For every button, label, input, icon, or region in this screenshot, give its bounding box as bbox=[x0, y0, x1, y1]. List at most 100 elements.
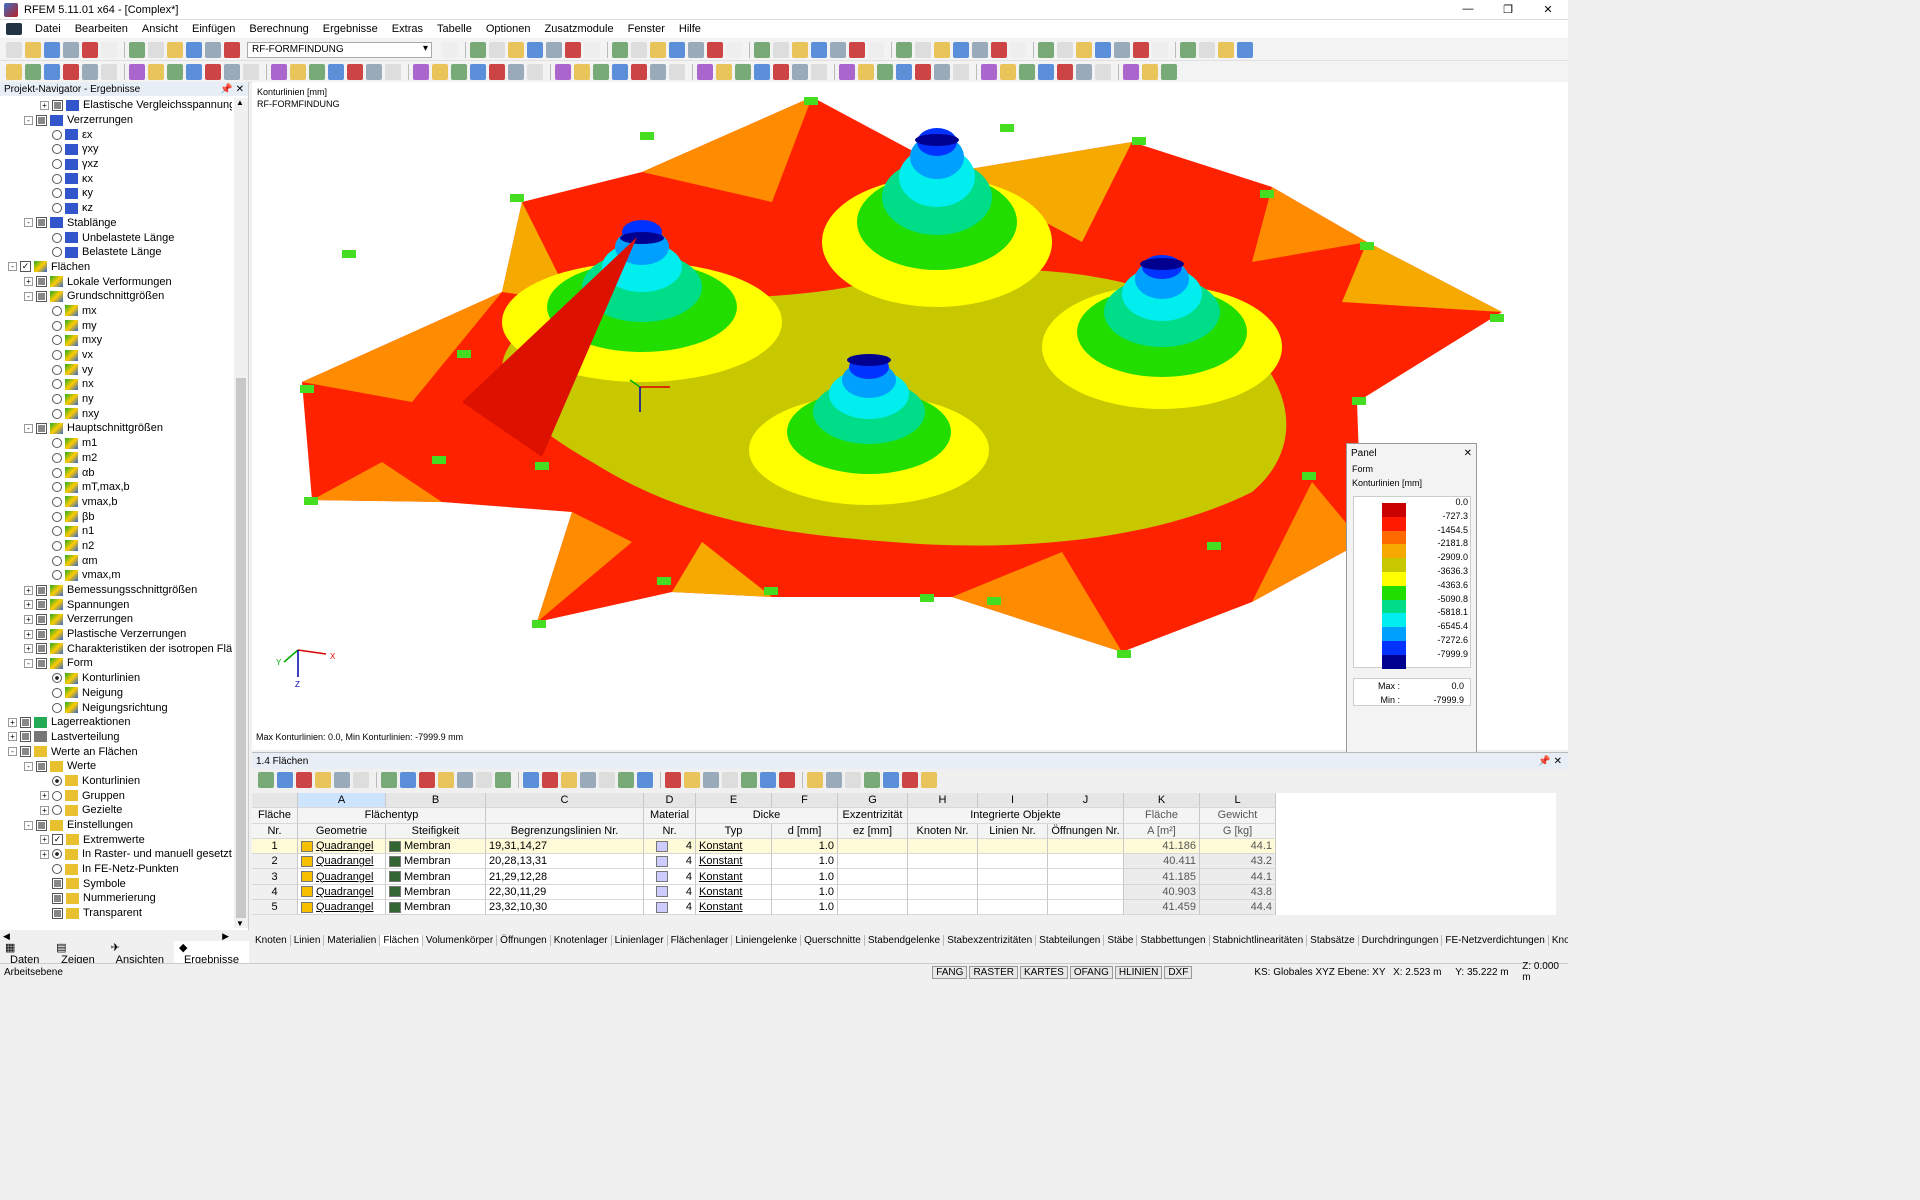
toolbar-button-icon[interactable] bbox=[224, 41, 240, 58]
thickness-type-cell[interactable]: Konstant bbox=[696, 869, 772, 885]
radio-button[interactable] bbox=[52, 864, 62, 875]
toolbar-button-icon[interactable] bbox=[981, 63, 997, 80]
case-combo[interactable]: RF-FORMFINDUNG bbox=[247, 41, 432, 58]
toolbar-button-icon[interactable] bbox=[669, 41, 685, 58]
radio-button[interactable] bbox=[52, 364, 62, 375]
toolbar-button-icon[interactable] bbox=[555, 63, 571, 80]
thickness-cell[interactable]: 1.0 bbox=[772, 854, 838, 870]
thickness-cell[interactable]: 1.0 bbox=[772, 884, 838, 901]
toolbar-button-icon[interactable] bbox=[631, 63, 647, 80]
toolbar-button-icon[interactable] bbox=[741, 772, 757, 788]
toolbar-button-icon[interactable] bbox=[25, 41, 41, 58]
toolbar-button-icon[interactable] bbox=[779, 772, 795, 788]
radio-button[interactable] bbox=[52, 144, 62, 155]
checkbox[interactable] bbox=[36, 599, 47, 611]
radio-button[interactable] bbox=[52, 673, 62, 684]
boundary-lines-cell[interactable]: 21,29,12,28 bbox=[486, 869, 644, 885]
table-tab[interactable]: Stabsätze bbox=[1307, 934, 1359, 946]
stiffness-cell[interactable]: Membran bbox=[386, 854, 486, 870]
table-tab[interactable]: Stabteilungen bbox=[1036, 934, 1105, 946]
geometry-cell[interactable]: Quadrangel bbox=[298, 884, 386, 901]
collapse-icon[interactable]: - bbox=[24, 218, 33, 228]
radio-button[interactable] bbox=[52, 452, 62, 463]
tree-item[interactable]: Neigung bbox=[0, 686, 232, 701]
radio-button[interactable] bbox=[52, 496, 62, 507]
tree-item[interactable]: + Lastverteilung bbox=[0, 730, 232, 745]
thickness-cell[interactable]: 1.0 bbox=[772, 838, 838, 855]
tree-item[interactable]: - Werte an Flächen bbox=[0, 744, 232, 759]
collapse-icon[interactable]: - bbox=[8, 262, 17, 272]
panel-close-button[interactable]: ✕ bbox=[1464, 448, 1472, 459]
checkbox[interactable] bbox=[36, 584, 47, 596]
toolbar-button-icon[interactable] bbox=[1095, 41, 1111, 58]
tree-item[interactable]: m1 bbox=[0, 436, 232, 451]
expand-icon[interactable]: + bbox=[40, 100, 49, 110]
eccentricity-cell[interactable] bbox=[838, 838, 908, 855]
toolbar-button-icon[interactable] bbox=[542, 772, 558, 788]
toolbar-button-icon[interactable] bbox=[457, 772, 473, 788]
navigator-close-button[interactable]: ✕ bbox=[236, 84, 244, 95]
tree-item[interactable]: + Gruppen bbox=[0, 788, 232, 803]
close-button[interactable]: ✕ bbox=[1528, 0, 1568, 18]
tree-item[interactable]: Belastete Länge bbox=[0, 245, 232, 260]
nodes-cell[interactable] bbox=[908, 869, 978, 885]
toolbar-button-icon[interactable] bbox=[489, 63, 505, 80]
table-tab[interactable]: Querschnitte bbox=[801, 934, 865, 946]
radio-button[interactable] bbox=[52, 203, 62, 214]
checkbox[interactable] bbox=[52, 892, 63, 904]
stiffness-cell[interactable]: Membran bbox=[386, 884, 486, 901]
toolbar-button-icon[interactable] bbox=[148, 63, 164, 80]
radio-button[interactable] bbox=[52, 350, 62, 361]
tree-item[interactable]: Konturlinien bbox=[0, 671, 232, 686]
tree-item[interactable]: αm bbox=[0, 553, 232, 568]
checkbox[interactable] bbox=[36, 276, 47, 288]
toolbar-button-icon[interactable] bbox=[347, 63, 363, 80]
toolbar-button-icon[interactable] bbox=[1038, 63, 1054, 80]
tree-item[interactable]: + Verzerrungen bbox=[0, 612, 232, 627]
toolbar-button-icon[interactable] bbox=[129, 63, 145, 80]
expand-icon[interactable]: + bbox=[40, 835, 49, 845]
toolbar-button-icon[interactable] bbox=[63, 41, 79, 58]
stiffness-cell[interactable]: Membran bbox=[386, 838, 486, 855]
tab-ansichten[interactable]: ✈ Ansichten bbox=[106, 941, 174, 966]
toolbar-button-icon[interactable] bbox=[877, 63, 893, 80]
toolbar-button-icon[interactable] bbox=[684, 772, 700, 788]
toolbar-button-icon[interactable] bbox=[849, 41, 865, 58]
toolbar-button-icon[interactable] bbox=[489, 41, 505, 58]
toolbar-button-icon[interactable] bbox=[631, 41, 647, 58]
nodes-cell[interactable] bbox=[908, 884, 978, 901]
toolbar-button-icon[interactable] bbox=[716, 63, 732, 80]
toolbar-button-icon[interactable] bbox=[991, 41, 1007, 58]
thickness-type-cell[interactable]: Konstant bbox=[696, 854, 772, 870]
boundary-lines-cell[interactable]: 22,30,11,29 bbox=[486, 884, 644, 901]
toolbar-button-icon[interactable] bbox=[811, 63, 827, 80]
expand-icon[interactable]: + bbox=[40, 791, 49, 801]
tree-item[interactable]: + In Raster- und manuell gesetzten P bbox=[0, 847, 232, 862]
menu-logo-icon[interactable] bbox=[6, 23, 22, 35]
checkbox[interactable] bbox=[36, 217, 47, 229]
toolbar-button-icon[interactable] bbox=[438, 772, 454, 788]
menu-hilfe[interactable]: Hilfe bbox=[672, 23, 708, 35]
toolbar-button-icon[interactable] bbox=[1142, 63, 1158, 80]
tree-item[interactable]: ny bbox=[0, 392, 232, 407]
checkbox[interactable] bbox=[52, 878, 63, 890]
toolbar-button-icon[interactable] bbox=[1057, 63, 1073, 80]
geometry-cell[interactable]: Quadrangel bbox=[298, 900, 386, 916]
tree-item[interactable]: vmax,b bbox=[0, 495, 232, 510]
toolbar-button-icon[interactable] bbox=[915, 63, 931, 80]
eccentricity-cell[interactable] bbox=[838, 869, 908, 885]
thickness-type-cell[interactable]: Konstant bbox=[696, 838, 772, 855]
menu-zusatzmodule[interactable]: Zusatzmodule bbox=[538, 23, 621, 35]
tree-item[interactable]: my bbox=[0, 318, 232, 333]
collapse-icon[interactable]: - bbox=[8, 747, 17, 757]
tree-item[interactable]: - Hauptschnittgrößen bbox=[0, 421, 232, 436]
checkbox[interactable] bbox=[36, 628, 47, 640]
toolbar-button-icon[interactable] bbox=[1010, 41, 1026, 58]
boundary-lines-cell[interactable]: 23,32,10,30 bbox=[486, 900, 644, 916]
radio-button[interactable] bbox=[52, 129, 62, 140]
checkbox[interactable] bbox=[36, 114, 47, 126]
hlinien-toggle[interactable]: HLINIEN bbox=[1114, 965, 1163, 979]
tree-item[interactable]: κz bbox=[0, 201, 232, 216]
toolbar-button-icon[interactable] bbox=[1000, 63, 1016, 80]
table-tab[interactable]: Öffnungen bbox=[497, 934, 551, 946]
